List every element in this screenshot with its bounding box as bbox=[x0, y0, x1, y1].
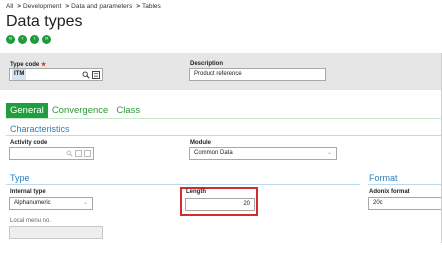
local-menu-label: Local menu no. bbox=[10, 218, 52, 224]
section-type: Type bbox=[10, 173, 30, 183]
list-icon[interactable] bbox=[84, 150, 91, 157]
search-icon[interactable] bbox=[82, 71, 90, 79]
tab-divider bbox=[6, 118, 442, 119]
previous-icon[interactable]: ‹ bbox=[18, 35, 27, 44]
breadcrumb-separator: > bbox=[65, 3, 70, 10]
length-field[interactable]: 20 bbox=[185, 198, 255, 211]
chevron-down-icon[interactable]: ⌄ bbox=[327, 148, 332, 159]
local-menu-field[interactable] bbox=[9, 226, 103, 239]
last-icon[interactable]: » bbox=[42, 35, 51, 44]
section-divider bbox=[368, 184, 442, 185]
first-icon[interactable]: « bbox=[6, 35, 15, 44]
record-navigation: « ‹ › » bbox=[6, 35, 51, 44]
type-code-label: Type code ★ bbox=[10, 62, 47, 68]
section-characteristics: Characteristics bbox=[10, 124, 70, 134]
tab-bar: General Convergence Class bbox=[6, 103, 144, 118]
section-format: Format bbox=[369, 173, 398, 183]
internal-type-label: Internal type bbox=[10, 189, 46, 195]
activity-code-label: Activity code bbox=[10, 140, 48, 146]
length-label: Length bbox=[186, 189, 206, 195]
type-code-field[interactable]: ITM bbox=[9, 68, 103, 81]
breadcrumb: All > Development > Data and parameters > Tabl… bbox=[6, 3, 163, 10]
page-title: Data types bbox=[6, 13, 83, 30]
search-icon[interactable] bbox=[66, 150, 73, 157]
module-select[interactable]: Common Data ⌄ bbox=[189, 147, 337, 160]
description-label: Description bbox=[190, 61, 224, 67]
type-code-value[interactable]: ITM bbox=[12, 69, 27, 80]
breadcrumb-separator: > bbox=[17, 3, 22, 10]
description-field[interactable]: Product reference bbox=[189, 68, 326, 81]
internal-type-select[interactable]: Alphanumeric ⌄ bbox=[9, 197, 93, 210]
breadcrumb-item-development[interactable]: Development bbox=[23, 3, 61, 10]
tab-convergence[interactable]: Convergence bbox=[48, 103, 113, 118]
adonix-format-label: Adonix format bbox=[369, 189, 410, 195]
list-icon[interactable] bbox=[92, 70, 100, 79]
breadcrumb-item-all[interactable]: All bbox=[6, 3, 13, 10]
link-icon[interactable] bbox=[75, 150, 82, 157]
module-value: Common Data bbox=[194, 150, 233, 156]
section-divider bbox=[6, 184, 360, 185]
breadcrumb-item-tables[interactable]: Tables bbox=[142, 3, 161, 10]
section-divider bbox=[6, 135, 442, 136]
chevron-down-icon[interactable]: ⌄ bbox=[83, 198, 88, 209]
module-label: Module bbox=[190, 140, 211, 146]
tab-class[interactable]: Class bbox=[112, 103, 144, 118]
next-icon[interactable]: › bbox=[30, 35, 39, 44]
breadcrumb-item-data-parameters[interactable]: Data and parameters bbox=[71, 3, 132, 10]
activity-code-field[interactable] bbox=[9, 147, 94, 160]
tab-general[interactable]: General bbox=[6, 103, 48, 118]
internal-type-value: Alphanumeric bbox=[14, 200, 51, 206]
breadcrumb-separator: > bbox=[136, 3, 140, 10]
adonix-format-field[interactable]: 20c bbox=[368, 197, 442, 210]
